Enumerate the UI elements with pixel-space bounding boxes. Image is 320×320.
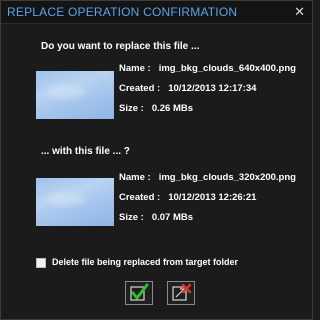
source-file-size: 0.07 MBs bbox=[151, 212, 193, 223]
target-file-size-row: Size : 0.26 MBs bbox=[119, 103, 193, 114]
created-label: Created : bbox=[119, 83, 161, 94]
delete-checkbox[interactable] bbox=[36, 257, 46, 268]
target-file-name-row: Name : img_bkg_clouds_640x400.png bbox=[119, 63, 296, 74]
name-label: Name : bbox=[119, 63, 151, 74]
replace-confirmation-dialog: REPLACE OPERATION CONFIRMATION ✕ Do you … bbox=[0, 0, 313, 320]
source-file-name-row: Name : img_bkg_clouds_320x200.png bbox=[119, 172, 296, 183]
with-question: ... with this file ... ? bbox=[41, 146, 130, 157]
delete-option-row[interactable]: Delete file being replaced from target f… bbox=[36, 257, 238, 268]
close-icon[interactable]: ✕ bbox=[294, 4, 305, 20]
title-bar[interactable]: REPLACE OPERATION CONFIRMATION ✕ bbox=[1, 1, 312, 24]
size-label: Size : bbox=[119, 103, 144, 114]
target-file-created: 10/12/2013 12:17:34 bbox=[168, 83, 257, 94]
check-icon bbox=[130, 283, 149, 301]
source-file-thumbnail bbox=[36, 178, 114, 226]
confirm-button[interactable] bbox=[125, 281, 153, 305]
replace-question: Do you want to replace this file ... bbox=[41, 41, 200, 52]
name-label: Name : bbox=[119, 172, 151, 183]
target-file-name: img_bkg_clouds_640x400.png bbox=[158, 63, 296, 74]
dialog-title: REPLACE OPERATION CONFIRMATION bbox=[7, 5, 238, 19]
created-label: Created : bbox=[119, 192, 161, 203]
delete-option-label: Delete file being replaced from target f… bbox=[52, 257, 239, 267]
cancel-button[interactable] bbox=[167, 281, 195, 305]
cancel-icon bbox=[172, 283, 192, 301]
target-file-thumbnail bbox=[36, 71, 114, 119]
target-file-created-row: Created : 10/12/2013 12:17:34 bbox=[119, 83, 256, 94]
source-file-size-row: Size : 0.07 MBs bbox=[119, 212, 193, 223]
target-file-size: 0.26 MBs bbox=[151, 103, 193, 114]
size-label: Size : bbox=[119, 212, 144, 223]
source-file-name: img_bkg_clouds_320x200.png bbox=[158, 172, 296, 183]
source-file-created: 10/12/2013 12:26:21 bbox=[168, 192, 257, 203]
source-file-created-row: Created : 10/12/2013 12:26:21 bbox=[119, 192, 256, 203]
